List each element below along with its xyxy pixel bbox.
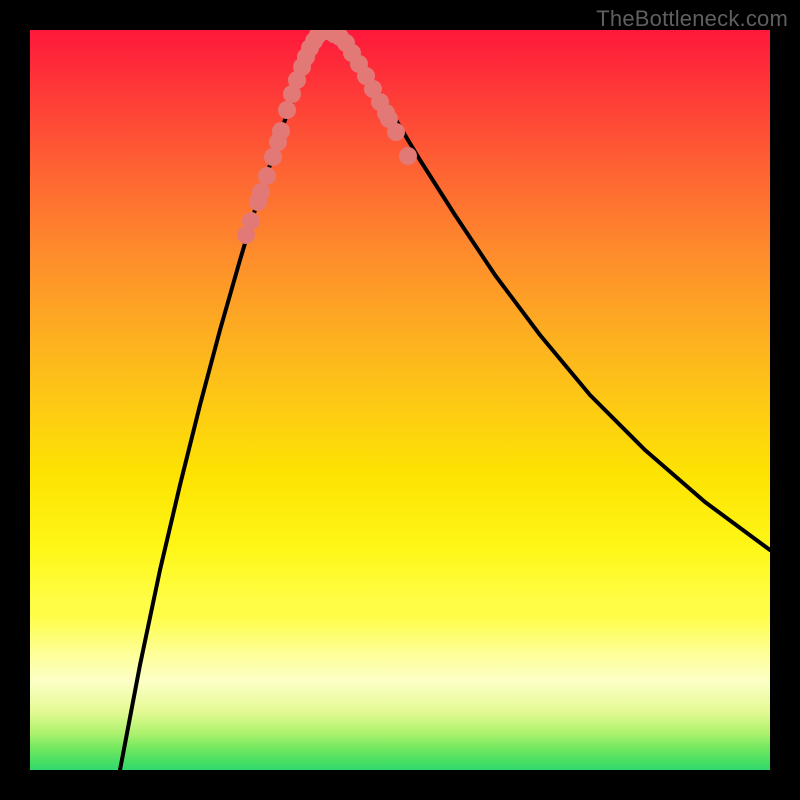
chart-marker [237, 226, 255, 244]
chart-marker [377, 104, 395, 122]
plot-area [30, 30, 770, 770]
chart-marker [288, 71, 306, 89]
chart-marker [371, 93, 389, 111]
chart-marker [357, 67, 375, 85]
chart-marker [380, 110, 398, 128]
chart-marker [309, 30, 327, 44]
chart-marker [278, 101, 296, 119]
chart-marker [387, 123, 405, 141]
chart-marker [258, 167, 276, 185]
chart-marker [272, 122, 290, 140]
chart-marker [364, 80, 382, 98]
chart-marker [305, 32, 323, 50]
chart-marker [249, 193, 267, 211]
chart-curve [340, 35, 770, 550]
chart-marker [297, 48, 315, 66]
chart-marker [269, 133, 287, 151]
chart-marker [399, 147, 417, 165]
chart-frame: TheBottleneck.com [0, 0, 800, 800]
chart-marker [252, 183, 270, 201]
chart-marker [319, 30, 337, 40]
chart-marker [301, 39, 319, 57]
chart-marker [337, 34, 355, 52]
chart-marker [325, 30, 343, 43]
chart-marker [283, 85, 301, 103]
chart-marker [331, 30, 349, 46]
chart-marker [293, 58, 311, 76]
chart-overlay [30, 30, 770, 770]
chart-marker [343, 44, 361, 62]
chart-curve [120, 40, 315, 770]
watermark-text: TheBottleneck.com [596, 6, 788, 32]
chart-marker [311, 30, 329, 41]
chart-marker [350, 55, 368, 73]
chart-marker [264, 148, 282, 166]
chart-marker [242, 212, 260, 230]
chart-marker [315, 30, 333, 40]
